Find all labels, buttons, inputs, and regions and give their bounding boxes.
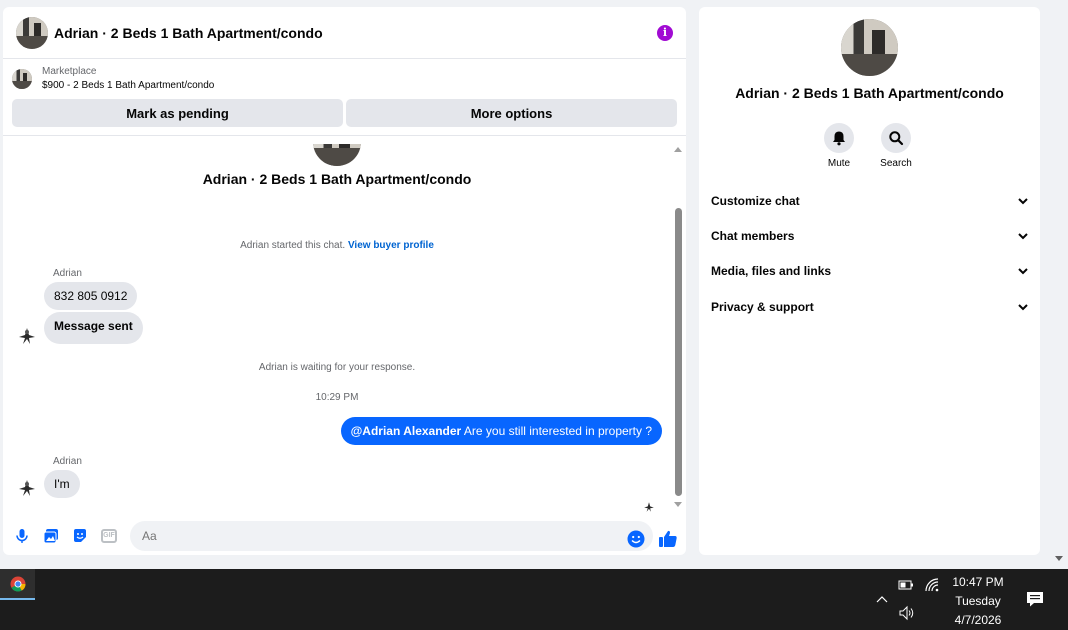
profile-avatar[interactable]	[841, 19, 898, 76]
chat-info-panel: Adrian · 2 Beds 1 Bath Apartment/condo M…	[699, 7, 1040, 555]
tray-expand-icon[interactable]	[875, 592, 889, 606]
started-text: Adrian started this chat.	[240, 240, 346, 251]
section-label: Customize chat	[711, 194, 800, 208]
search-icon	[889, 131, 904, 146]
section-media-files-links[interactable]: Media, files and links	[711, 261, 1029, 281]
mark-as-pending-button[interactable]: Mark as pending	[12, 99, 343, 127]
wifi-icon[interactable]	[924, 577, 940, 593]
conversation-title: Adrian · 2 Beds 1 Bath Apartment/condo	[202, 171, 472, 187]
sender-avatar[interactable]	[17, 326, 37, 346]
listing-actions: Mark as pending More options	[3, 99, 686, 127]
notification-icon[interactable]	[1026, 590, 1044, 608]
section-customize-chat[interactable]: Customize chat	[711, 191, 1029, 211]
more-options-button[interactable]: More options	[346, 99, 677, 127]
waiting-notice: Adrian is waiting for your response.	[258, 362, 416, 373]
divider	[3, 127, 686, 136]
chat-avatar[interactable]	[16, 16, 48, 49]
chat-header: Adrian · 2 Beds 1 Bath Apartment/condo i	[3, 7, 686, 59]
chat-title[interactable]: Adrian · 2 Beds 1 Bath Apartment/condo	[54, 25, 657, 41]
taskbar-clock[interactable]: 10:47 PM Tuesday 4/7/2026	[944, 573, 1012, 630]
clock-date: 4/7/2026	[954, 613, 1002, 627]
message-bubble[interactable]: 832 805 0912	[44, 282, 138, 310]
clock-day: Tuesday	[955, 594, 1001, 608]
profile-title: Adrian · 2 Beds 1 Bath Apartment/condo	[735, 85, 1004, 101]
message-scrollbar[interactable]	[671, 144, 686, 516]
view-buyer-profile-link[interactable]: View buyer profile	[348, 240, 434, 251]
chevron-down-icon	[1018, 233, 1028, 240]
info-icon[interactable]: i	[657, 24, 673, 41]
mention[interactable]: @Adrian Alexander	[351, 424, 462, 438]
sticker-icon[interactable]	[70, 526, 90, 546]
message-composer: GIF	[3, 516, 686, 555]
sender-avatar[interactable]	[17, 478, 37, 498]
chat-panel: Adrian · 2 Beds 1 Bath Apartment/condo i…	[3, 7, 686, 555]
read-receipt-avatar	[643, 500, 655, 512]
section-privacy-support[interactable]: Privacy & support	[711, 297, 1029, 317]
mic-icon[interactable]	[12, 526, 32, 546]
scroll-up-arrow[interactable]	[674, 147, 682, 152]
conversation-avatar	[313, 144, 361, 166]
search-button[interactable]: Search	[866, 123, 926, 169]
gif-button[interactable]: GIF	[99, 526, 119, 546]
message-timestamp: 10:29 PM	[315, 392, 359, 403]
outgoing-text: Are you still interested in property ?	[461, 424, 652, 438]
chevron-down-icon	[1018, 198, 1028, 205]
message-input[interactable]	[130, 520, 653, 551]
windows-taskbar: 10:47 PM Tuesday 4/7/2026	[0, 569, 1068, 630]
chrome-taskbar-button[interactable]	[0, 569, 35, 600]
scroll-down-arrow[interactable]	[674, 502, 682, 507]
page-scroll-down-arrow[interactable]	[1055, 556, 1063, 561]
section-label: Chat members	[711, 229, 795, 243]
image-icon[interactable]	[41, 526, 61, 546]
sender-name: Adrian	[53, 456, 82, 467]
chevron-down-icon	[1018, 304, 1028, 311]
search-label: Search	[880, 158, 912, 169]
chat-started-notice: Adrian started this chat. View buyer pro…	[3, 240, 671, 251]
marketplace-label: Marketplace	[42, 66, 97, 77]
bell-icon	[833, 131, 845, 146]
message-bubble[interactable]: Message sent	[44, 312, 143, 344]
listing-thumbnail	[12, 69, 32, 89]
mute-button[interactable]: Mute	[809, 123, 869, 169]
emoji-icon[interactable]	[627, 530, 645, 548]
outgoing-message-bubble[interactable]: @Adrian Alexander Are you still interest…	[340, 417, 662, 445]
chevron-down-icon	[1018, 268, 1028, 275]
like-icon[interactable]	[658, 529, 678, 549]
sender-name: Adrian	[53, 268, 82, 279]
message-bubble[interactable]: I'm	[44, 470, 80, 498]
section-chat-members[interactable]: Chat members	[711, 226, 1029, 246]
volume-icon[interactable]	[898, 605, 916, 621]
clock-time: 10:47 PM	[952, 575, 1004, 589]
scroll-thumb[interactable]	[675, 208, 682, 496]
marketplace-listing[interactable]: Marketplace $900 - 2 Beds 1 Bath Apartme…	[3, 59, 686, 99]
mute-label: Mute	[827, 158, 851, 169]
listing-title: $900 - 2 Beds 1 Bath Apartment/condo	[42, 80, 215, 91]
section-label: Privacy & support	[711, 300, 814, 314]
battery-icon[interactable]	[898, 578, 914, 592]
chrome-icon	[10, 576, 26, 592]
message-list[interactable]: Adrian · 2 Beds 1 Bath Apartment/condo A…	[3, 144, 686, 516]
gif-icon: GIF	[101, 528, 117, 543]
section-label: Media, files and links	[711, 264, 832, 278]
